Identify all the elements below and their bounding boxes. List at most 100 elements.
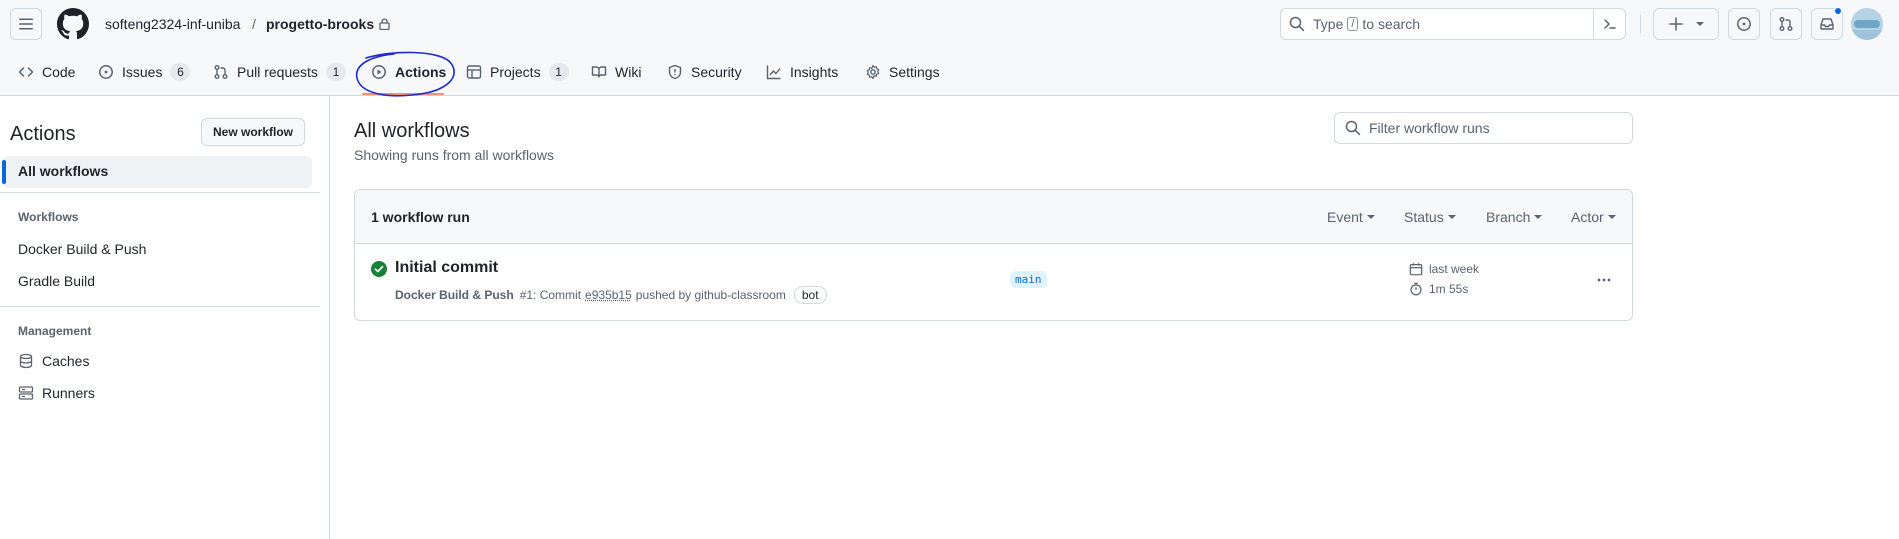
- chevron-down-icon: [1447, 215, 1456, 219]
- sidebar-item-label: All workflows: [18, 163, 109, 179]
- breadcrumb-separator: /: [252, 16, 256, 32]
- filter-placeholder: Filter workflow runs: [1369, 120, 1490, 136]
- sidebar-item-all-workflows[interactable]: All workflows: [2, 156, 312, 188]
- database-icon: [19, 353, 33, 369]
- tab-insights[interactable]: Insights: [766, 56, 838, 88]
- search-icon: [1345, 120, 1361, 136]
- menu-button[interactable]: [10, 8, 42, 40]
- tab-issues[interactable]: Issues 6: [98, 56, 191, 88]
- sidebar-item-docker-build-push[interactable]: Docker Build & Push: [18, 241, 146, 257]
- filter-actor-button[interactable]: Actor: [1571, 209, 1616, 225]
- tab-actions[interactable]: Actions: [371, 56, 446, 88]
- breadcrumb-repo[interactable]: progetto-brooks: [266, 14, 390, 34]
- book-icon: [591, 66, 607, 78]
- filter-label: Branch: [1486, 209, 1531, 225]
- global-nav: softeng2324-inf-uniba / progetto-brooks …: [0, 0, 1899, 48]
- commit-sha-link[interactable]: e935b15: [585, 288, 632, 302]
- server-icon: [18, 386, 34, 400]
- sidebar-item-runners[interactable]: Runners: [18, 385, 95, 401]
- run-workflow-name: Docker Build & Push: [395, 288, 514, 302]
- stopwatch-icon: [1410, 282, 1422, 296]
- tab-projects[interactable]: Projects 1: [466, 56, 569, 88]
- tab-code[interactable]: Code: [18, 56, 75, 88]
- git-pull-request-icon: [1779, 17, 1793, 31]
- filter-event-button[interactable]: Event: [1327, 209, 1375, 225]
- issue-opened-icon: [1737, 17, 1751, 31]
- repo-tabs: Code Issues 6 Pull requests 1 Actions Pr…: [0, 56, 1899, 96]
- shield-icon: [668, 64, 682, 80]
- sidebar-item-label: Caches: [42, 353, 90, 369]
- chevron-down-icon: [1696, 22, 1704, 26]
- sidebar-item-label: Runners: [42, 385, 95, 401]
- run-meta: Docker Build & Push #1: Commit e935b15 p…: [395, 286, 827, 304]
- tab-label: Wiki: [615, 64, 642, 80]
- actions-sidebar: Actions New workflow All workflows Workf…: [0, 96, 330, 539]
- issue-opened-icon: [99, 65, 113, 79]
- workflow-run-row[interactable]: Initial commit Docker Build & Push #1: C…: [355, 244, 1632, 320]
- repo-name[interactable]: progetto-brooks: [266, 14, 374, 34]
- tab-label: Issues: [122, 64, 163, 80]
- run-actions-menu-button[interactable]: [1590, 266, 1618, 294]
- create-new-button[interactable]: [1653, 8, 1719, 40]
- run-pushed-by: pushed by github-classroom: [635, 288, 786, 302]
- tab-pull-requests[interactable]: Pull requests 1: [213, 56, 346, 88]
- your-pull-requests-button[interactable]: [1770, 8, 1802, 40]
- workflows-heading: Workflows: [18, 210, 79, 224]
- tab-label: Insights: [790, 64, 839, 80]
- tab-label: Settings: [889, 64, 940, 80]
- github-logo-icon[interactable]: [57, 8, 89, 40]
- command-palette-button[interactable]: [1593, 9, 1625, 39]
- calendar-icon: [1409, 263, 1423, 276]
- active-tab-underline: [362, 93, 444, 95]
- search-icon: [1289, 16, 1305, 32]
- branch-label[interactable]: main: [1010, 271, 1047, 288]
- search-input[interactable]: Type / to search: [1280, 8, 1626, 40]
- filter-label: Actor: [1571, 209, 1604, 225]
- play-icon: [372, 65, 386, 79]
- gear-icon: [866, 64, 880, 80]
- sidebar-item-gradle-build[interactable]: Gradle Build: [18, 273, 95, 289]
- filter-status-button[interactable]: Status: [1404, 209, 1456, 225]
- filter-workflow-runs-input[interactable]: Filter workflow runs: [1334, 112, 1633, 144]
- tab-counter: 1: [325, 63, 346, 81]
- chevron-down-icon: [1366, 215, 1375, 219]
- repo-header: softeng2324-inf-uniba / progetto-brooks …: [0, 0, 1899, 97]
- your-issues-button[interactable]: [1728, 8, 1760, 40]
- filter-branch-button[interactable]: Branch: [1486, 209, 1543, 225]
- sidebar-item-label: Gradle Build: [18, 273, 96, 289]
- sidebar-item-label: Docker Build & Push: [18, 241, 147, 257]
- sidebar-divider: [0, 306, 320, 307]
- runs-list-header: 1 workflow run Event Status Branch Actor: [355, 190, 1632, 244]
- lock-icon: [379, 18, 390, 30]
- run-duration: 1m 55s: [1409, 282, 1468, 296]
- filter-label: Event: [1327, 209, 1363, 225]
- tab-settings[interactable]: Settings: [865, 56, 940, 88]
- run-number: #1: [519, 288, 534, 302]
- graph-icon: [766, 65, 781, 80]
- kebab-horizontal-icon: [1597, 278, 1611, 282]
- unread-notification-dot: [1834, 7, 1842, 15]
- run-duration-text: 1m 55s: [1429, 282, 1469, 296]
- chevron-down-icon: [1534, 215, 1543, 219]
- sidebar-title: Actions: [10, 123, 76, 145]
- avatar[interactable]: [1851, 8, 1883, 40]
- run-count: 1 workflow run: [371, 209, 470, 225]
- tab-label: Security: [691, 64, 742, 80]
- tab-label: Actions: [395, 64, 447, 80]
- selected-indicator: [2, 160, 6, 184]
- plus-icon: [1669, 17, 1683, 31]
- page-subtitle: Showing runs from all workflows: [354, 147, 554, 163]
- tab-wiki[interactable]: Wiki: [591, 56, 641, 88]
- tab-security[interactable]: Security: [667, 56, 742, 88]
- bot-badge: bot: [793, 286, 827, 304]
- run-title[interactable]: Initial commit: [395, 259, 498, 277]
- git-pull-request-icon: [214, 65, 228, 79]
- page-title: All workflows: [354, 120, 470, 142]
- sidebar-item-caches[interactable]: Caches: [18, 353, 89, 369]
- search-prefix: Type: [1313, 16, 1344, 32]
- breadcrumb-owner[interactable]: softeng2324-inf-uniba: [105, 14, 240, 34]
- new-workflow-button[interactable]: New workflow: [201, 118, 305, 146]
- check-circle-icon: [371, 261, 387, 277]
- chevron-down-icon: [1607, 215, 1616, 219]
- management-heading: Management: [18, 324, 92, 338]
